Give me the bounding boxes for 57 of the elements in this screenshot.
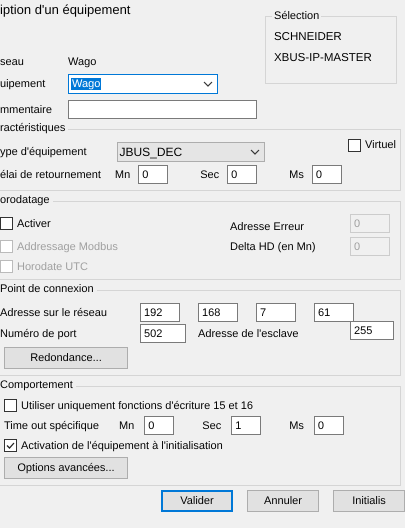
selection-item: SCHNEIDER — [274, 31, 343, 43]
group-title: Comportement — [0, 379, 76, 391]
field-label: mmentaire — [0, 104, 53, 116]
dialog-button[interactable]: Initialis — [333, 490, 405, 512]
field-label: Adresse sur le réseau — [0, 306, 108, 318]
input-field[interactable]: 192 — [140, 303, 180, 322]
input-field[interactable]: 1 — [231, 416, 262, 435]
input-field[interactable]: 0 — [144, 416, 174, 435]
checkbox-label: Horodate UTC — [17, 260, 88, 272]
dialog-button[interactable]: Annuler — [247, 490, 319, 512]
field-value: Wago — [68, 56, 98, 68]
field-label: élai de retournement — [0, 168, 101, 180]
unit-label: Sec — [200, 168, 220, 180]
field-label: seau — [0, 56, 25, 68]
group-title: Sélection — [272, 10, 322, 22]
input-field[interactable]: 0 — [314, 416, 344, 435]
checkbox[interactable] — [348, 138, 362, 152]
input-field[interactable]: 0 — [312, 165, 342, 184]
checkbox-label: Addressage Modbus — [17, 240, 118, 252]
group-title: Point de connexion — [0, 283, 97, 295]
input-field[interactable]: 0 — [227, 165, 258, 184]
input-field[interactable]: 255 — [350, 321, 394, 340]
group-title: ractéristiques — [0, 122, 68, 134]
caret-icon — [250, 149, 260, 155]
redundancy-button[interactable]: Redondance... — [4, 347, 128, 369]
comment-field[interactable] — [68, 100, 257, 119]
unit-label: Mn — [118, 420, 134, 432]
equipment-dropdown[interactable]: Wago — [68, 74, 218, 94]
field-label: Adresse Erreur — [230, 221, 305, 233]
checkbox-label: Utiliser uniquement fonctions d'écriture 15 et 16 — [21, 400, 254, 412]
checkbox[interactable] — [0, 217, 13, 230]
checkbox-label: Activer — [17, 218, 51, 230]
checkbox[interactable] — [4, 399, 17, 412]
unit-label: Ms — [289, 420, 304, 432]
field-label: Numéro de port — [0, 328, 78, 340]
unit-label: Ms — [289, 168, 304, 180]
input-field[interactable]: 502 — [140, 324, 186, 343]
checkbox-label: Virtuel — [365, 139, 396, 151]
input-field[interactable]: 7 — [256, 303, 296, 322]
dialog-button[interactable]: Valider — [161, 490, 233, 512]
field-label: Time out spécifique — [4, 420, 99, 432]
input-field[interactable]: 61 — [314, 303, 354, 322]
group-title: orodatage — [0, 194, 53, 206]
caret-icon — [203, 81, 213, 87]
field-label: Delta HD (en Mn) — [230, 240, 317, 252]
unit-label: Sec — [202, 420, 222, 432]
checkbox-label: Activation de l'équipement à l'initialisation — [21, 440, 223, 452]
checkbox[interactable] — [4, 439, 17, 452]
field-label: uipement — [0, 78, 46, 90]
advanced-options-button[interactable]: Options avancées... — [4, 457, 128, 479]
type-dropdown[interactable]: JBUS_DEC — [116, 142, 264, 162]
input-field[interactable]: 0 — [138, 165, 168, 184]
window-title: iption d'un équipement — [0, 1, 130, 19]
field-label: ype d'équipement — [0, 146, 86, 158]
unit-label: Mn — [114, 168, 130, 180]
input-field[interactable]: 168 — [198, 303, 238, 322]
selection-item: XBUS-IP-MASTER — [274, 52, 373, 64]
